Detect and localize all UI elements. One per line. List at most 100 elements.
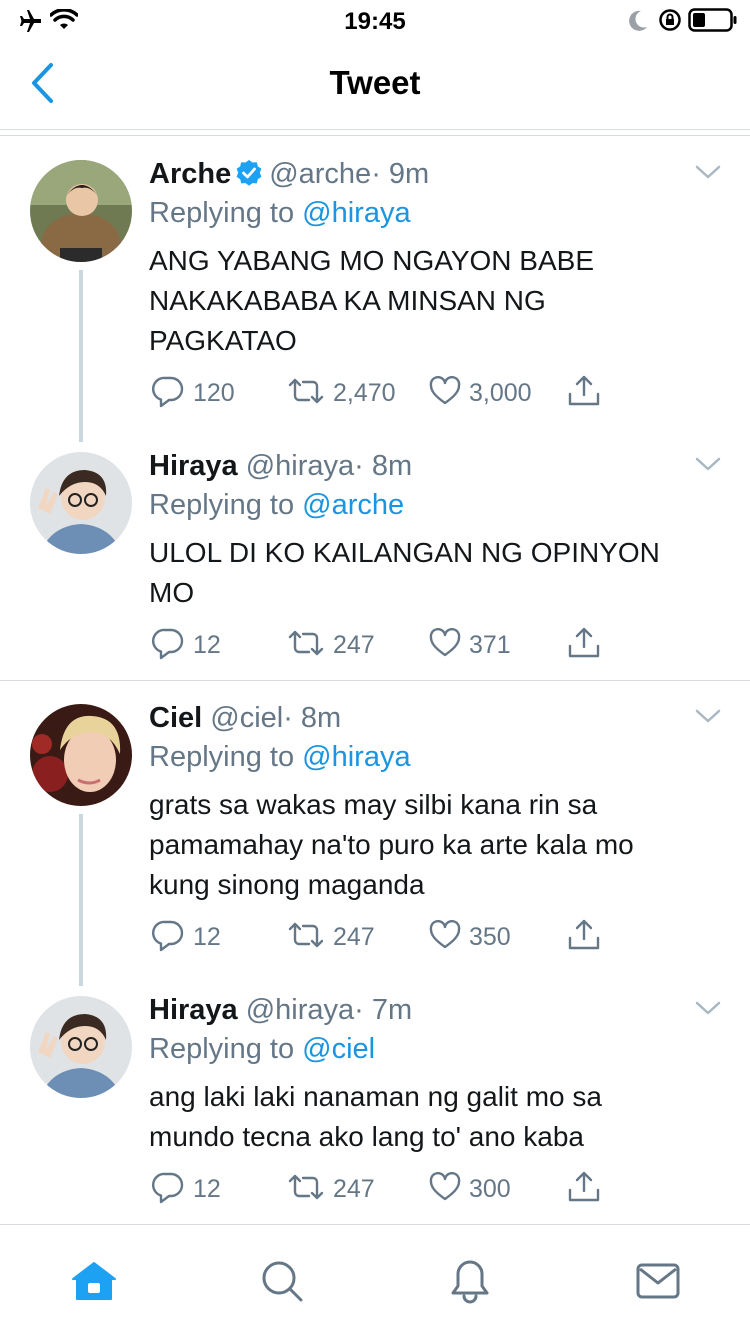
verified-badge-icon (235, 159, 263, 196)
reply-button[interactable]: 12 (151, 625, 221, 665)
reply-icon (151, 1170, 185, 1209)
share-icon (567, 374, 601, 413)
author-handle[interactable]: @arche (269, 158, 371, 190)
reply-icon (151, 374, 185, 413)
tweet-actions: 120 2,470 3,000 (149, 373, 619, 413)
author-handle[interactable]: @ciel (210, 702, 283, 734)
avatar[interactable] (30, 160, 132, 262)
retweet-button[interactable]: 247 (287, 1169, 375, 1209)
chevron-down-icon (695, 164, 721, 185)
replying-to-mention[interactable]: @hiraya (302, 197, 410, 229)
replying-to-mention[interactable]: @arche (302, 489, 404, 521)
replying-to-mention[interactable]: @ciel (302, 1033, 375, 1065)
like-button[interactable]: 3,000 (429, 373, 532, 413)
avatar[interactable] (30, 996, 132, 1098)
like-button[interactable]: 371 (429, 625, 511, 665)
reply-count: 12 (193, 1174, 221, 1203)
tweet-menu-button[interactable] (692, 706, 724, 730)
reply-count: 12 (193, 922, 221, 951)
tweet-menu-button[interactable] (692, 454, 724, 478)
retweet-count: 247 (333, 630, 375, 659)
tweet-text-line: MO (149, 577, 195, 608)
like-count: 371 (469, 630, 511, 659)
tweet-text-line: mundo tecna ako lang to' ano kaba (149, 1121, 584, 1152)
tweet[interactable]: Hiraya @hiraya· 8m Replying to @arche UL… (0, 440, 750, 680)
reply-icon (151, 918, 185, 957)
retweet-button[interactable]: 247 (287, 917, 375, 957)
author-name[interactable]: Ciel (149, 702, 202, 734)
replying-to: Replying to @hiraya (149, 739, 411, 775)
tweet[interactable]: Ciel @ciel· 8m Replying to @hiraya grats… (0, 684, 750, 986)
author-handle[interactable]: @hiraya (246, 450, 354, 482)
replying-to-mention[interactable]: @hiraya (302, 741, 410, 773)
home-icon (71, 1261, 117, 1306)
status-bar: 19:45 (0, 0, 750, 40)
heart-icon (429, 375, 461, 411)
like-button[interactable]: 300 (429, 1169, 511, 1209)
reply-button[interactable]: 120 (151, 373, 235, 413)
tweet-menu-button[interactable] (692, 998, 724, 1022)
tweet[interactable]: Hiraya @hiraya· 7m Replying to @ciel ang… (0, 984, 750, 1224)
moon-icon (628, 10, 648, 37)
share-button[interactable] (567, 917, 601, 957)
retweet-icon (287, 628, 325, 663)
retweet-button[interactable]: 247 (287, 625, 375, 665)
reply-count: 120 (193, 378, 235, 407)
reply-button[interactable]: 12 (151, 1169, 221, 1209)
reply-icon (151, 626, 185, 665)
retweet-icon (287, 1172, 325, 1207)
heart-icon (429, 1171, 461, 1207)
replying-to: Replying to @hiraya (149, 195, 411, 231)
author-handle[interactable]: @hiraya (246, 994, 354, 1026)
like-button[interactable]: 350 (429, 917, 511, 957)
reply-button[interactable]: 12 (151, 917, 221, 957)
tweet-header: Ciel @ciel· 8m (149, 700, 341, 736)
author-name[interactable]: Hiraya (149, 994, 238, 1026)
heart-icon (429, 627, 461, 663)
author-name[interactable]: Arche (149, 158, 231, 190)
like-count: 300 (469, 1174, 511, 1203)
share-button[interactable] (567, 373, 601, 413)
search-icon (260, 1259, 304, 1308)
share-button[interactable] (567, 1169, 601, 1209)
replying-prefix: Replying to (149, 1033, 295, 1065)
share-button[interactable] (567, 625, 601, 665)
thread-line (79, 814, 83, 986)
reply-count: 12 (193, 630, 221, 659)
retweet-icon (287, 920, 325, 955)
tweet-text: grats sa wakas may silbi kana rin sa pam… (149, 785, 719, 905)
like-count: 3,000 (469, 378, 532, 407)
like-count: 350 (469, 922, 511, 951)
replying-prefix: Replying to (149, 489, 295, 521)
retweet-count: 2,470 (333, 378, 396, 407)
tweet-text-line: PAGKATAO (149, 325, 297, 356)
tweet-header: Hiraya @hiraya· 8m (149, 448, 412, 484)
avatar[interactable] (30, 452, 132, 554)
replying-to: Replying to @arche (149, 487, 404, 523)
notifications-icon (449, 1258, 491, 1309)
tab-bar (0, 1224, 750, 1334)
tweet-text-line: grats sa wakas may silbi kana rin sa (149, 789, 598, 820)
tab-search[interactable] (252, 1253, 312, 1313)
tab-home[interactable] (64, 1253, 124, 1313)
tab-messages[interactable] (628, 1253, 688, 1313)
tweet-text-line: ANG YABANG MO NGAYON BABE (149, 245, 594, 276)
tweet[interactable]: Arche @arche· 9m Replying to @hiraya ANG … (0, 140, 750, 442)
messages-icon (636, 1263, 680, 1304)
tweet-text-line: NAKAKABABA KA MINSAN NG (149, 285, 546, 316)
share-icon (567, 1170, 601, 1209)
chevron-down-icon (695, 456, 721, 477)
share-icon (567, 626, 601, 665)
author-name[interactable]: Hiraya (149, 450, 238, 482)
retweet-count: 247 (333, 922, 375, 951)
tweet-time: · 9m (371, 158, 430, 190)
replying-prefix: Replying to (149, 197, 295, 229)
chevron-down-icon (695, 1000, 721, 1021)
battery-icon (688, 8, 738, 37)
tab-notifications[interactable] (440, 1253, 500, 1313)
replying-prefix: Replying to (149, 741, 295, 773)
retweet-button[interactable]: 2,470 (287, 373, 396, 413)
tweet-menu-button[interactable] (692, 162, 724, 186)
tweet-time: · 8m (354, 450, 413, 482)
avatar[interactable] (30, 704, 132, 806)
